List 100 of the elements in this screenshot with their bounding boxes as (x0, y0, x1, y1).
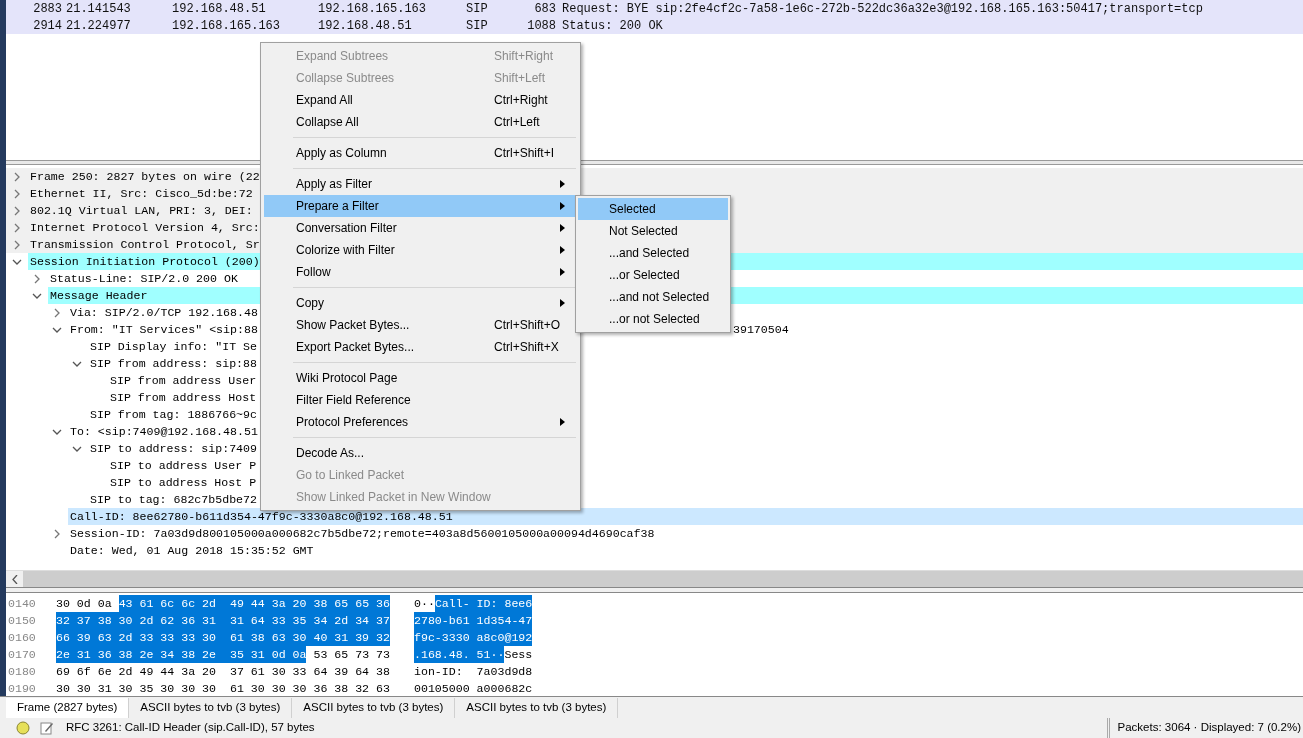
ascii-bytes[interactable]: Call- ID: 8ee6 (434, 594, 533, 613)
menu-item[interactable]: Wiki Protocol Page (264, 367, 577, 389)
tree-item[interactable]: SIP from tag: 1886766~9c (88, 406, 257, 423)
byte-offset: 0170 (7, 646, 37, 663)
tree-item[interactable]: Status-Line: SIP/2.0 200 OK (48, 270, 238, 287)
horizontal-scrollbar[interactable] (6, 570, 1303, 587)
tree-item[interactable]: Via: SIP/2.0/TCP 192.168.48 (68, 304, 258, 321)
shortcut-text: Ctrl+Shift+O (494, 317, 561, 334)
menu-item[interactable]: Conversation Filter (264, 217, 577, 239)
tree-item[interactable]: Transmission Control Protocol, Sr (28, 236, 260, 253)
table-cell-text: 2914 (32, 17, 62, 35)
packet-row[interactable]: 2883 21.141543 192.168.48.51 192.168.165.163 SIP 683 Request: BYE sip:2fe4cf2c-7a58-1e6c-272b-522dc36a32e3@192.168.165.163:50417;transport=tcp (6, 0, 1303, 17)
submenu-arrow-icon (560, 246, 565, 254)
menu-item[interactable]: ...and Selected (578, 242, 728, 264)
field-info-text: RFC 3261: Call-ID Header (sip.Call-ID), 57 bytes (66, 720, 315, 736)
hex-bytes[interactable]: 30 0d 0a (56, 594, 119, 613)
submenu-arrow-icon (560, 299, 565, 307)
menu-item[interactable]: Follow (264, 261, 577, 283)
table-cell-text: SIP (466, 0, 489, 18)
collapsed-chevron-icon[interactable] (12, 239, 22, 250)
tree-item[interactable]: Session-ID: 7a03d9d800105000a000682c7b5dbe72;remote=403a8d5600105000a00094d4690caf38 (68, 525, 655, 542)
tree-item[interactable]: SIP to tag: 682c7b5dbe72 (88, 491, 257, 508)
shortcut-text: Ctrl+Shift+X (494, 339, 559, 356)
collapsed-chevron-icon[interactable] (12, 188, 22, 199)
hex-bytes[interactable]: 43 61 6c 6c 2d 49 44 3a 20 38 65 65 36 (118, 594, 390, 613)
submenu-arrow-icon (560, 180, 565, 188)
table-cell-text: Request: BYE sip:2fe4cf2c-7a58-1e6c-272b-522dc36a32e3@192.168.165.163:50417;transport=tcp (561, 0, 1203, 18)
hex-bytes[interactable]: 69 6f 6e 2d 49 44 3a 20 37 61 30 33 64 39 64 38 (56, 662, 390, 681)
menu-item[interactable]: Copy (264, 292, 577, 314)
tree-item[interactable]: SIP from address Host (108, 389, 257, 406)
tree-item[interactable]: Date: Wed, 01 Aug 2018 15:35:52 GMT (68, 542, 314, 559)
tab[interactable]: Frame (2827 bytes) (6, 698, 130, 718)
tree-item[interactable]: To: <sip:7409@192.168.48.51 (68, 423, 258, 440)
menu-item[interactable]: Decode As... (264, 442, 577, 464)
ascii-bytes[interactable]: 00105000 a000682c (414, 679, 533, 698)
menu-item[interactable]: Apply as Filter (264, 173, 577, 195)
menu-item[interactable]: ...and not Selected (578, 286, 728, 308)
collapsed-chevron-icon[interactable] (52, 528, 62, 539)
tree-item[interactable]: Internet Protocol Version 4, Src: (28, 219, 260, 236)
packet-row[interactable]: 2914 21.224977 192.168.165.163 192.168.48.51 SIP 1088 Status: 200 OK (6, 17, 1303, 34)
tree-item[interactable]: SIP to address: sip:7409 (88, 440, 257, 457)
table-cell-text: 192.168.48.51 (318, 17, 413, 35)
menu-item[interactable]: Show Packet Bytes... Ctrl+Shift+O (264, 314, 577, 336)
tree-item[interactable]: SIP Display info: "IT Se (88, 338, 257, 355)
scroll-left-icon[interactable] (11, 574, 18, 584)
ascii-bytes[interactable]: 2780-b61 1d354-47 (414, 611, 533, 630)
tree-item[interactable]: SIP from address User (108, 372, 257, 389)
ascii-bytes[interactable]: ion-ID: 7a03d9d8 (414, 662, 533, 681)
collapsed-chevron-icon[interactable] (12, 205, 22, 216)
tree-item[interactable]: 802.1Q Virtual LAN, PRI: 3, DEI: (28, 202, 253, 219)
tree-item[interactable]: From: "IT Services" <sip:88 (68, 321, 258, 338)
table-cell-text: 192.168.165.163 (172, 17, 282, 35)
table-cell-text: 2883 (32, 0, 62, 18)
table-cell-text: 21.224977 (65, 17, 132, 35)
byte-offset: 0160 (7, 629, 37, 646)
menu-item[interactable]: Protocol Preferences (264, 411, 577, 433)
tree-item[interactable]: Message Header (48, 287, 148, 304)
menu-item[interactable]: Selected (578, 198, 728, 220)
byte-offset: 0190 (7, 680, 37, 697)
shortcut-text: Shift+Right (494, 48, 554, 65)
submenu-arrow-icon (560, 268, 565, 276)
menu-item[interactable]: Colorize with Filter (264, 239, 577, 261)
tree-item[interactable]: SIP to address Host P (108, 474, 257, 491)
shortcut-text: Ctrl+Shift+I (494, 145, 555, 162)
ascii-bytes[interactable]: 0·· (414, 594, 435, 613)
table-cell-text: 21.141543 (65, 0, 132, 18)
edit-icon[interactable] (40, 721, 54, 735)
hex-bytes[interactable]: 30 30 31 30 35 30 30 30 61 30 30 30 36 38 32 63 (56, 679, 390, 698)
shortcut-text: Ctrl+Right (494, 92, 548, 109)
menu-item[interactable]: Apply as Column Ctrl+Shift+I (264, 142, 577, 164)
menu-item[interactable]: Export Packet Bytes... Ctrl+Shift+X (264, 336, 577, 358)
collapsed-chevron-icon[interactable] (12, 171, 22, 182)
menu-item[interactable]: ...or Selected (578, 264, 728, 286)
collapsed-chevron-icon[interactable] (12, 222, 22, 233)
submenu-arrow-icon (560, 224, 565, 232)
submenu-arrow-icon (560, 202, 565, 210)
tree-item[interactable]: Session Initiation Protocol (200) (28, 253, 260, 270)
table-cell-text: 683 (533, 0, 556, 18)
menu-item[interactable]: Expand All Ctrl+Right (264, 89, 577, 111)
byte-offset: 0180 (7, 663, 37, 680)
tree-item[interactable]: SIP from address: sip:88 (88, 355, 257, 372)
table-cell-text: 192.168.165.163 (318, 0, 428, 18)
menu-item[interactable]: Prepare a Filter (264, 195, 577, 217)
hex-bytes[interactable]: 32 37 38 30 2d 62 36 31 31 64 33 35 34 2d 34 37 (56, 611, 390, 630)
ascii-bytes[interactable]: Sess (504, 645, 533, 664)
tree-item[interactable]: Ethernet II, Src: Cisco_5d:be:72 (28, 185, 253, 202)
collapsed-chevron-icon[interactable] (52, 307, 62, 318)
menu-item[interactable]: Not Selected (578, 220, 728, 242)
tree-item[interactable]: Frame 250: 2827 bytes on wire (22 (28, 168, 260, 185)
tree-item[interactable]: SIP to address User P (108, 457, 257, 474)
table-cell-text: Status: 200 OK (561, 17, 663, 35)
collapsed-chevron-icon[interactable] (32, 273, 42, 284)
table-cell-text: SIP (466, 17, 489, 35)
hex-bytes[interactable]: 53 65 73 73 (306, 645, 390, 664)
submenu-arrow-icon (560, 418, 565, 426)
menu-item[interactable]: Filter Field Reference (264, 389, 577, 411)
status-circle-icon[interactable] (16, 721, 30, 735)
menu-item[interactable]: ...or not Selected (578, 308, 728, 330)
table-cell-text: 192.168.48.51 (172, 0, 267, 18)
menu-item[interactable]: Collapse All Ctrl+Left (264, 111, 577, 133)
